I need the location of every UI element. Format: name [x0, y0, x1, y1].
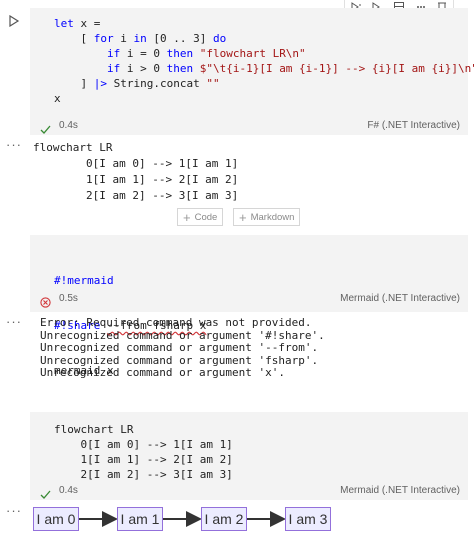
diagram-edges [79, 511, 286, 527]
flow-node-0: I am 0 [33, 507, 79, 531]
flow-node-1: I am 1 [117, 507, 163, 531]
flow-node-3: I am 3 [285, 507, 331, 531]
flow-node-2: I am 2 [201, 507, 247, 531]
